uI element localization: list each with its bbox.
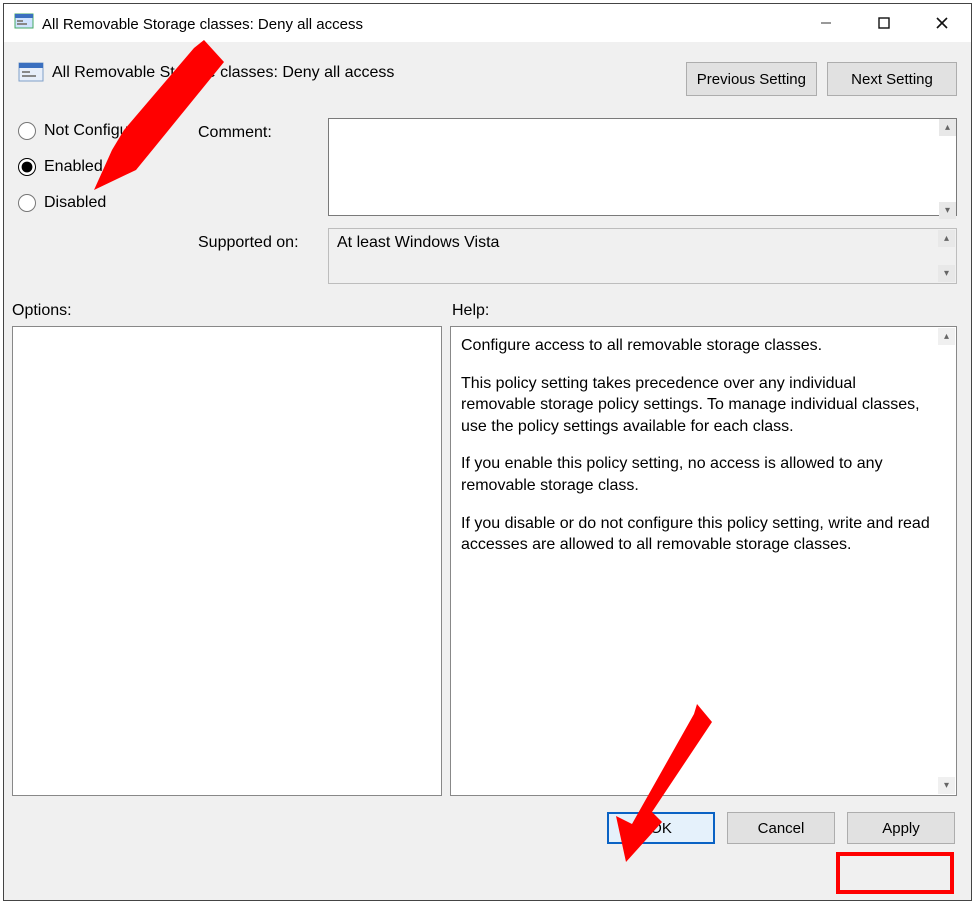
radio-not-configured-label: Not Configured bbox=[44, 122, 152, 140]
maximize-button[interactable] bbox=[855, 4, 913, 42]
comment-label: Comment: bbox=[198, 118, 328, 220]
radio-enabled-input[interactable] bbox=[18, 158, 36, 176]
previous-setting-button[interactable]: Previous Setting bbox=[686, 62, 817, 96]
radio-not-configured-input[interactable] bbox=[18, 122, 36, 140]
help-paragraph: If you disable or do not configure this … bbox=[461, 513, 934, 556]
state-radio-group: Not Configured Enabled Disabled bbox=[18, 118, 188, 292]
help-text: Configure access to all removable storag… bbox=[461, 335, 934, 556]
close-button[interactable] bbox=[913, 4, 971, 42]
supported-scroll-up[interactable]: ▴ bbox=[938, 230, 955, 247]
dialog-button-row: OK Cancel Apply bbox=[4, 796, 971, 844]
annotation-box-apply bbox=[836, 852, 954, 894]
help-label: Help: bbox=[452, 302, 957, 320]
supported-on-text: At least Windows Vista bbox=[337, 234, 499, 251]
help-paragraph: Configure access to all removable storag… bbox=[461, 335, 934, 357]
ok-button[interactable]: OK bbox=[607, 812, 715, 844]
window-controls bbox=[797, 4, 971, 42]
help-paragraph: This policy setting takes precedence ove… bbox=[461, 373, 934, 438]
policy-editor-window: All Removable Storage classes: Deny all … bbox=[3, 3, 972, 901]
supported-on-label: Supported on: bbox=[198, 228, 328, 284]
radio-disabled-label: Disabled bbox=[44, 194, 106, 212]
options-label: Options: bbox=[12, 302, 452, 320]
titlebar: All Removable Storage classes: Deny all … bbox=[4, 4, 971, 42]
help-paragraph: If you enable this policy setting, no ac… bbox=[461, 453, 934, 496]
help-scroll-up-icon[interactable]: ▴ bbox=[938, 328, 955, 345]
help-pane: Configure access to all removable storag… bbox=[450, 326, 957, 796]
radio-disabled-input[interactable] bbox=[18, 194, 36, 212]
radio-enabled-label: Enabled bbox=[44, 158, 103, 176]
policy-title: All Removable Storage classes: Deny all … bbox=[52, 60, 686, 82]
cancel-button[interactable]: Cancel bbox=[727, 812, 835, 844]
comment-input[interactable] bbox=[328, 118, 957, 216]
apply-button[interactable]: Apply bbox=[847, 812, 955, 844]
policy-header: All Removable Storage classes: Deny all … bbox=[4, 42, 971, 106]
supported-on-value: At least Windows Vista ▴ ▾ bbox=[328, 228, 957, 284]
policy-header-icon bbox=[18, 60, 44, 86]
supported-scroll-down[interactable]: ▾ bbox=[938, 265, 955, 282]
minimize-button[interactable] bbox=[797, 4, 855, 42]
radio-enabled[interactable]: Enabled bbox=[18, 158, 188, 176]
radio-disabled[interactable]: Disabled bbox=[18, 194, 188, 212]
comment-scroll-down[interactable]: ▾ bbox=[939, 202, 956, 219]
comment-scroll-up[interactable]: ▴ bbox=[939, 119, 956, 136]
help-scroll-down-icon[interactable]: ▾ bbox=[938, 777, 955, 794]
radio-not-configured[interactable]: Not Configured bbox=[18, 122, 188, 140]
window-title: All Removable Storage classes: Deny all … bbox=[42, 14, 797, 33]
help-scrollbar[interactable]: ▴ ▾ bbox=[938, 328, 955, 794]
next-setting-button[interactable]: Next Setting bbox=[827, 62, 957, 96]
policy-icon bbox=[14, 13, 34, 33]
options-pane bbox=[12, 326, 442, 796]
